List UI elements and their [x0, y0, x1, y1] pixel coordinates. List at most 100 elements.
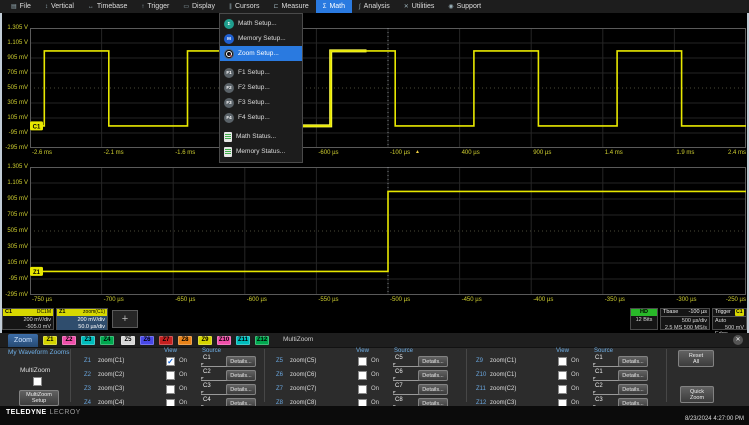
tab-multizoom[interactable]: MultiZoom — [283, 336, 313, 343]
x-axis-label: -650 µs — [175, 297, 195, 304]
trace-tab-z7[interactable]: Z7 — [159, 336, 173, 345]
trace-tab-z5[interactable]: Z5 — [121, 336, 135, 345]
menu-item-cursors[interactable]: ∥Cursors — [222, 0, 267, 13]
details-button-z1[interactable]: Details... — [226, 356, 256, 367]
view-checkbox-z10[interactable] — [558, 371, 567, 380]
menu-option-math-setup[interactable]: ΣMath Setup... — [220, 16, 302, 31]
hd-label: HD — [640, 309, 648, 316]
main-waveform-grid: C11.305 V1.105 V905 mV705 mV505 mV305 mV… — [0, 14, 749, 162]
menu-item-timebase[interactable]: ↔Timebase — [81, 0, 134, 13]
zoom-id-label: Z1 — [84, 358, 91, 364]
display-icon: ▭ — [183, 3, 189, 10]
menu-item-math[interactable]: ΣMath — [316, 0, 352, 13]
f2-setup-icon: F2 — [224, 83, 234, 93]
menu-option-zoom-setup[interactable]: Zoom Setup... — [220, 46, 302, 61]
x-axis-label: -400 µs — [533, 297, 553, 304]
hd-mode-descriptor[interactable]: HD 12 Bits — [630, 308, 658, 330]
trace-tab-z2[interactable]: Z2 — [62, 336, 76, 345]
zoom-row-z10: Z10zoom(C1)OnC1Details... — [472, 371, 664, 383]
trigger-mode: Auto — [715, 318, 726, 324]
details-button-z3[interactable]: Details... — [226, 384, 256, 395]
menu-option-f3-setup[interactable]: F3F3 Setup... — [220, 95, 302, 110]
menu-option-f2-setup[interactable]: F2F2 Setup... — [220, 80, 302, 95]
x-axis-label: -300 µs — [676, 297, 696, 304]
trace-tab-z9[interactable]: Z9 — [198, 336, 212, 345]
zoom-function-label: zoom(C1) — [490, 372, 516, 378]
menu-option-math-status[interactable]: Math Status... — [220, 129, 302, 144]
trigger-position-marker[interactable]: ▲ — [415, 149, 420, 155]
view-column-header: View — [556, 348, 569, 354]
view-checkbox-z2[interactable] — [166, 371, 175, 380]
menu-item-support[interactable]: ◉Support — [441, 0, 488, 13]
divider — [70, 349, 71, 402]
view-checkbox-z9[interactable] — [558, 357, 567, 366]
y-axis-label: -295 mV — [1, 292, 28, 299]
menu-item-measure[interactable]: ⊏Measure — [266, 0, 315, 13]
zoom-group-1: ViewSourceZ1zoom(C1)✓OnC1Details...Z2zoo… — [80, 347, 272, 406]
trace-tab-z4[interactable]: Z4 — [100, 336, 114, 345]
close-icon[interactable]: ✕ — [733, 335, 743, 345]
trace-tab-z10[interactable]: Z10 — [217, 336, 231, 345]
quick-zoom-button[interactable]: Quick Zoom — [680, 386, 714, 403]
details-button-z9[interactable]: Details... — [618, 356, 648, 367]
zoom-id-label: Z11 — [476, 386, 486, 392]
x-axis-label: -550 µs — [318, 297, 338, 304]
zoom-z1-descriptor[interactable]: Z1 zoom(C1) 200 mV/div 50.0 µs/div — [56, 308, 108, 330]
multizoom-setup-button[interactable]: MultiZoom Setup — [19, 390, 59, 406]
trace-tab-z1[interactable]: Z1 — [43, 336, 57, 345]
x-axis-label: 2.4 ms — [728, 150, 746, 157]
view-checkbox-z7[interactable] — [358, 385, 367, 394]
view-checkbox-z5[interactable] — [358, 357, 367, 366]
menu-item-file[interactable]: ▤File — [4, 0, 38, 13]
menu-option-f1-setup[interactable]: F1F1 Setup... — [220, 65, 302, 80]
details-button-z11[interactable]: Details... — [618, 384, 648, 395]
y-axis-label: 705 mV — [1, 70, 28, 77]
view-checkbox-z1[interactable]: ✓ — [166, 357, 175, 366]
menu-item-utilities[interactable]: ✕Utilities — [397, 0, 442, 13]
trace-tab-z12[interactable]: Z12 — [255, 336, 269, 345]
menu-option-memory-status[interactable]: Memory Status... — [220, 144, 302, 159]
menu-option-memory-setup[interactable]: MMemory Setup... — [220, 31, 302, 46]
z1-label: Z1 — [59, 309, 65, 316]
details-button-z7[interactable]: Details... — [418, 384, 448, 395]
trace-tab-z11[interactable]: Z11 — [236, 336, 250, 345]
zoom-row-z1: Z1zoom(C1)✓OnC1Details... — [80, 357, 272, 369]
menu-item-display[interactable]: ▭Display — [176, 0, 222, 13]
teledyne-lecroy-logo: TELEDYNELECROY — [6, 409, 81, 416]
multizoom-checkbox[interactable] — [33, 377, 42, 386]
waveform-plot-c1: C1 — [30, 28, 746, 148]
on-label: On — [571, 386, 579, 392]
menu-item-label: Trigger — [147, 3, 169, 10]
trigger-descriptor[interactable]: Trigger C1 Auto 500 mV Edge Positive — [712, 308, 747, 330]
zoom-function-label: zoom(C7) — [290, 386, 316, 392]
zoom-row-z7: Z7zoom(C7)OnC7Details... — [272, 385, 464, 397]
timebase-descriptor[interactable]: Tbase -100 µs 500 µs/div 2.5 MS 500 MS/s — [660, 308, 710, 330]
menu-item-analysis[interactable]: ∫Analysis — [352, 0, 397, 13]
menu-option-label: Zoom Setup... — [238, 50, 279, 57]
y-axis-label: 705 mV — [1, 212, 28, 219]
menu-item-vertical[interactable]: ↕Vertical — [38, 0, 81, 13]
trace-tab-z6[interactable]: Z6 — [140, 336, 154, 345]
zoom-row-z3: Z3zoom(C3)OnC3Details... — [80, 385, 272, 397]
details-button-z10[interactable]: Details... — [618, 370, 648, 381]
view-checkbox-z6[interactable] — [358, 371, 367, 380]
on-label: On — [571, 358, 579, 364]
on-label: On — [179, 386, 187, 392]
add-trace-button[interactable]: + — [112, 310, 138, 328]
menu-item-trigger[interactable]: ↑Trigger — [134, 0, 176, 13]
menu-item-label: Timebase — [97, 3, 127, 10]
menu-option-label: F4 Setup... — [238, 114, 270, 121]
details-button-z6[interactable]: Details... — [418, 370, 448, 381]
menu-option-f4-setup[interactable]: F4F4 Setup... — [220, 110, 302, 125]
x-axis-label: -600 µs — [247, 297, 267, 304]
details-button-z2[interactable]: Details... — [226, 370, 256, 381]
view-checkbox-z11[interactable] — [558, 385, 567, 394]
reset-all-button[interactable]: Reset All — [678, 350, 714, 367]
channel-c1-descriptor[interactable]: C1 DC1M 200 mV/div -505.0 mV — [2, 308, 54, 330]
trace-tab-z8[interactable]: Z8 — [178, 336, 192, 345]
zoom-function-label: zoom(C1) — [490, 358, 516, 364]
view-checkbox-z3[interactable] — [166, 385, 175, 394]
trace-tab-z3[interactable]: Z3 — [81, 336, 95, 345]
tab-zoom[interactable]: Zoom — [8, 334, 38, 347]
details-button-z5[interactable]: Details... — [418, 356, 448, 367]
